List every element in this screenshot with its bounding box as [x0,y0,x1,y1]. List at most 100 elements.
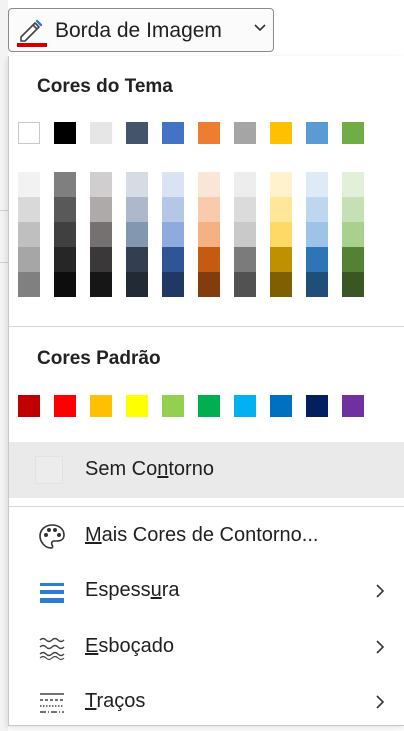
color-swatch[interactable] [54,272,76,297]
color-swatch[interactable] [18,197,40,222]
color-swatch[interactable] [162,172,184,197]
color-swatch[interactable] [270,197,292,222]
color-swatch[interactable] [90,197,112,222]
backdrop-line [0,210,8,211]
dashes-item[interactable]: Traços [9,675,404,731]
color-swatch[interactable] [270,122,292,144]
color-swatch[interactable] [306,122,328,144]
color-swatch[interactable] [270,247,292,272]
color-swatch[interactable] [198,247,220,272]
color-swatch[interactable] [126,122,148,144]
shade-column [342,172,364,297]
color-swatch[interactable] [198,172,220,197]
color-swatch[interactable] [18,272,40,297]
shade-column [126,172,148,297]
color-swatch[interactable] [234,247,256,272]
weight-label: Espessura [85,579,180,601]
color-swatch[interactable] [18,222,40,247]
more-outline-colors-label: Mais Cores de Contorno... [85,524,319,546]
color-swatch[interactable] [18,122,40,144]
weight-item[interactable]: Espessura [9,564,404,620]
color-swatch[interactable] [342,197,364,222]
more-outline-colors-item[interactable]: Mais Cores de Contorno... [9,509,404,565]
color-swatch[interactable] [162,197,184,222]
color-swatch[interactable] [90,247,112,272]
separator [9,326,404,327]
color-swatch[interactable] [126,172,148,197]
color-swatch[interactable] [90,122,112,144]
color-swatch[interactable] [198,272,220,297]
color-swatch[interactable] [54,172,76,197]
picture-border-menu: Cores do Tema Cores Padrão Sem Contorno … [8,56,404,726]
color-swatch[interactable] [306,197,328,222]
color-swatch[interactable] [270,222,292,247]
standard-colors-title: Cores Padrão [37,348,161,369]
color-swatch[interactable] [90,395,112,417]
document-backdrop [0,0,8,731]
color-swatch[interactable] [90,222,112,247]
color-swatch[interactable] [306,247,328,272]
chevron-down-icon [254,24,266,32]
color-swatch[interactable] [54,247,76,272]
shade-column [270,172,292,297]
dashes-icon [40,693,64,713]
color-swatch[interactable] [342,247,364,272]
sketched-item[interactable]: Esboçado [9,620,404,676]
color-swatch[interactable] [198,222,220,247]
line-weight-icon [40,583,64,603]
color-swatch[interactable] [234,172,256,197]
color-swatch[interactable] [234,197,256,222]
no-outline-item[interactable]: Sem Contorno [9,442,404,498]
theme-base-colors-row [18,122,378,144]
color-swatch[interactable] [18,247,40,272]
color-swatch[interactable] [270,395,292,417]
color-swatch[interactable] [270,272,292,297]
color-swatch[interactable] [342,222,364,247]
color-swatch[interactable] [342,395,364,417]
pencil-outline-icon [17,19,47,47]
palette-icon [39,524,65,549]
color-swatch[interactable] [234,222,256,247]
color-swatch[interactable] [90,272,112,297]
color-swatch[interactable] [306,272,328,297]
chevron-right-icon [376,584,385,598]
color-swatch[interactable] [162,122,184,144]
color-swatch[interactable] [342,172,364,197]
color-swatch[interactable] [306,222,328,247]
color-swatch[interactable] [162,222,184,247]
color-swatch[interactable] [234,122,256,144]
color-swatch[interactable] [126,222,148,247]
color-swatch[interactable] [18,395,40,417]
color-swatch[interactable] [54,395,76,417]
color-swatch[interactable] [126,247,148,272]
color-swatch[interactable] [306,172,328,197]
color-swatch[interactable] [162,247,184,272]
color-swatch[interactable] [198,197,220,222]
color-swatch[interactable] [54,197,76,222]
color-swatch[interactable] [198,122,220,144]
color-swatch[interactable] [162,395,184,417]
color-swatch[interactable] [54,222,76,247]
color-swatch[interactable] [198,395,220,417]
shade-column [234,172,256,297]
color-swatch[interactable] [342,122,364,144]
color-swatch[interactable] [18,172,40,197]
color-swatch[interactable] [306,395,328,417]
color-swatch[interactable] [162,272,184,297]
backdrop-line [0,262,8,263]
separator [9,506,404,507]
chevron-right-icon [376,695,385,709]
dashes-label: Traços [85,690,146,712]
picture-border-button[interactable]: Borda de Imagem [8,8,274,52]
theme-shades-grid [18,172,378,297]
color-swatch[interactable] [90,172,112,197]
color-swatch[interactable] [234,395,256,417]
color-swatch[interactable] [54,122,76,144]
color-swatch[interactable] [342,272,364,297]
color-swatch[interactable] [126,395,148,417]
color-swatch[interactable] [270,172,292,197]
color-swatch[interactable] [126,197,148,222]
color-swatch[interactable] [126,272,148,297]
color-swatch[interactable] [234,272,256,297]
shade-column [54,172,76,297]
